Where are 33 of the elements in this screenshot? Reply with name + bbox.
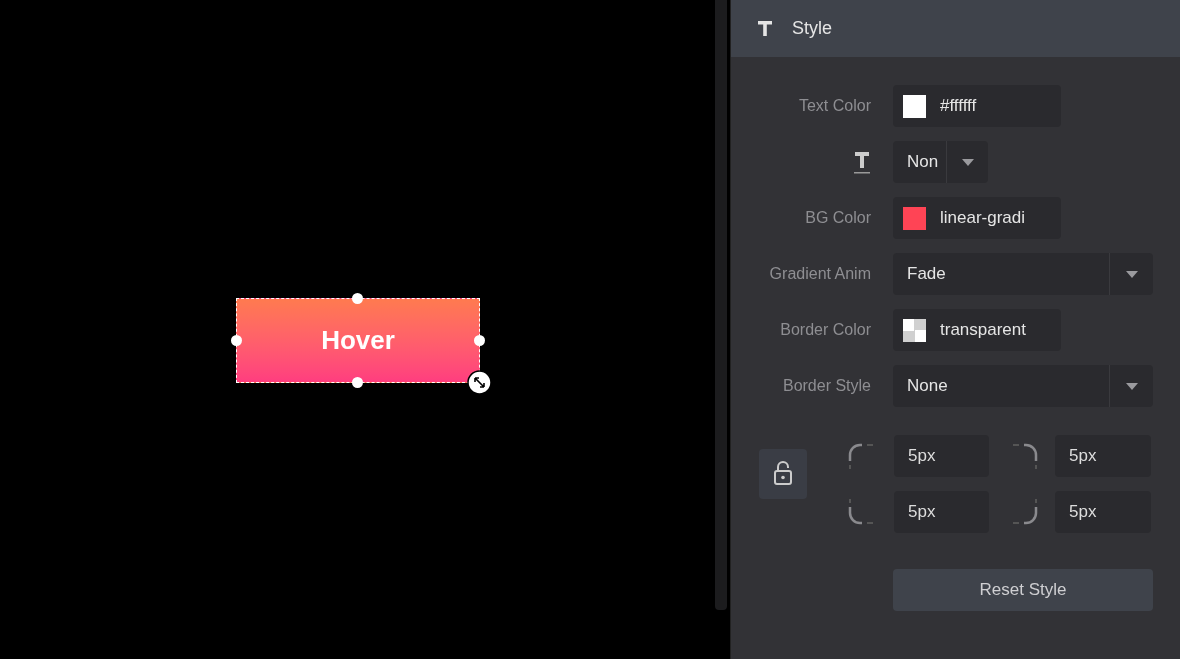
color-swatch[interactable] bbox=[903, 94, 926, 118]
caret-icon bbox=[1125, 382, 1138, 390]
radius-input[interactable]: 5px bbox=[894, 435, 989, 477]
field-label: Text Color bbox=[798, 96, 871, 116]
radius-input[interactable]: 5px bbox=[894, 491, 989, 533]
scrollbar[interactable] bbox=[715, 0, 727, 610]
text-icon bbox=[757, 20, 773, 37]
field-label: Border Color bbox=[780, 320, 871, 340]
color-field[interactable]: #ffffff bbox=[893, 85, 1061, 127]
dropdown[interactable]: Fade bbox=[893, 253, 1153, 295]
field-label: BG Color bbox=[805, 208, 871, 228]
resize-handle[interactable] bbox=[352, 293, 363, 304]
resize-handle[interactable] bbox=[352, 377, 363, 388]
field-label: Border Style bbox=[782, 376, 871, 396]
color-field[interactable]: transparent bbox=[893, 309, 1061, 351]
dropdown[interactable]: None bbox=[893, 365, 1153, 407]
caret-icon bbox=[961, 158, 974, 166]
caret-icon bbox=[1125, 270, 1138, 278]
field-label: Gradient Anim bbox=[769, 264, 871, 284]
radius-input[interactable]: 5px bbox=[1055, 491, 1151, 533]
radius-input[interactable]: 5px bbox=[1055, 435, 1151, 477]
diagonal-resize-icon[interactable] bbox=[467, 370, 492, 395]
reset-style-button[interactable]: Reset Style bbox=[893, 569, 1153, 611]
panel-title: Style bbox=[792, 17, 833, 40]
resize-handle[interactable] bbox=[231, 335, 242, 346]
text-shadow-icon bbox=[853, 149, 871, 175]
transparent-swatch[interactable] bbox=[903, 318, 926, 342]
dropdown[interactable]: Non bbox=[893, 141, 988, 183]
color-swatch[interactable] bbox=[903, 206, 926, 230]
button-label: Hover bbox=[321, 324, 395, 357]
color-field[interactable]: linear-gradi bbox=[893, 197, 1061, 239]
lock-toggle-button[interactable] bbox=[759, 449, 807, 499]
resize-handle[interactable] bbox=[474, 335, 485, 346]
